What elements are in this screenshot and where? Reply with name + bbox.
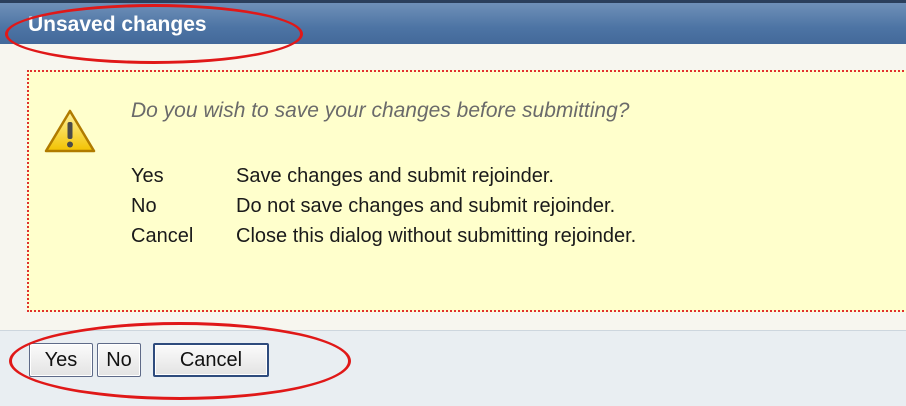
- confirmation-question: Do you wish to save your changes before …: [131, 99, 630, 122]
- yes-button[interactable]: Yes: [29, 343, 93, 377]
- unsaved-changes-dialog: Unsaved changes Do you wish to save your…: [0, 0, 906, 406]
- no-button[interactable]: No: [97, 343, 141, 377]
- cancel-button[interactable]: Cancel: [153, 343, 269, 377]
- option-description: Do not save changes and submit rejoinder…: [236, 195, 616, 217]
- warning-icon: [44, 109, 96, 153]
- dialog-titlebar: Unsaved changes: [0, 0, 906, 44]
- option-description: Save changes and submit rejoinder.: [236, 165, 554, 187]
- dialog-title: Unsaved changes: [28, 13, 207, 36]
- option-key: Yes: [131, 165, 164, 187]
- option-description: Close this dialog without submitting rej…: [236, 225, 637, 247]
- option-key: No: [131, 195, 157, 217]
- option-key: Cancel: [131, 225, 194, 247]
